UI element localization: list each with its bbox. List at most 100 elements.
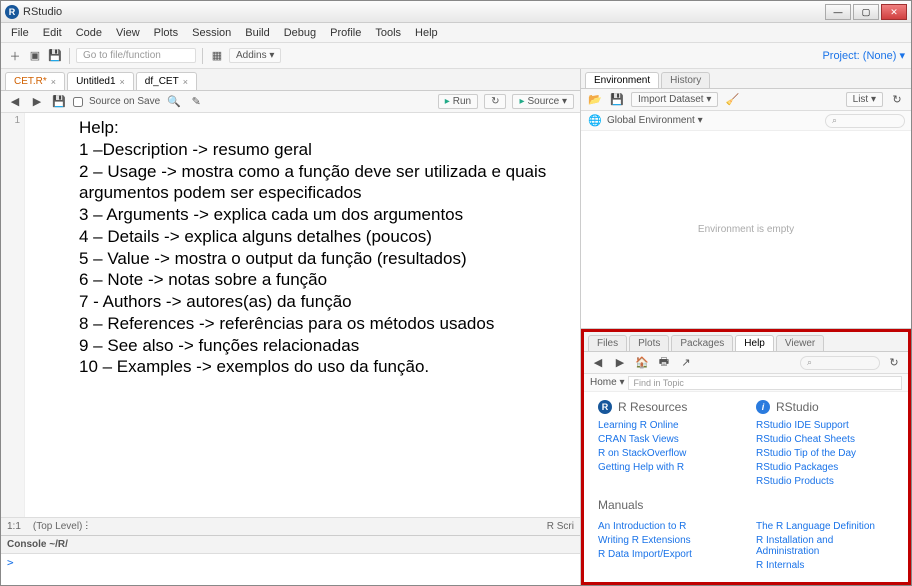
env-scope-bar: 🌐 Global Environment ▾ ⌕	[581, 111, 911, 131]
heading-rstudio: iRStudio	[756, 400, 894, 414]
overlay-line: 4 – Details -> explica alguns detalhes (…	[79, 226, 570, 248]
grid-icon[interactable]: ▦	[209, 48, 225, 64]
close-button[interactable]: ✕	[881, 4, 907, 20]
tab-close-icon[interactable]: ×	[183, 77, 188, 87]
new-file-icon[interactable]: ＋	[7, 48, 23, 64]
clear-icon[interactable]: 🧹	[724, 92, 740, 108]
source-on-save-checkbox[interactable]	[73, 97, 83, 107]
tab-close-icon[interactable]: ×	[120, 77, 125, 87]
tab-cet[interactable]: CET.R*×	[5, 72, 65, 90]
scope-indicator[interactable]: (Top Level) ⵗ	[33, 521, 88, 532]
link-r-internals[interactable]: R Internals	[756, 560, 894, 571]
overlay-line: 9 – See also -> funções relacionadas	[79, 335, 570, 357]
help-body[interactable]: RR Resources Learning R Online CRAN Task…	[584, 392, 908, 582]
tab-packages[interactable]: Packages	[671, 335, 733, 351]
link-language-definition[interactable]: The R Language Definition	[756, 521, 894, 532]
tab-plots[interactable]: Plots	[629, 335, 669, 351]
tab-history[interactable]: History	[661, 72, 710, 88]
link-tip-of-day[interactable]: RStudio Tip of the Day	[756, 448, 894, 459]
list-view-button[interactable]: List ▾	[846, 92, 883, 107]
save-icon[interactable]: 💾	[47, 48, 63, 64]
help-home-crumb[interactable]: Home ▾	[590, 377, 624, 388]
find-in-topic-input[interactable]: Find in Topic	[628, 376, 902, 390]
tab-files[interactable]: Files	[588, 335, 627, 351]
tab-viewer[interactable]: Viewer	[776, 335, 824, 351]
maximize-button[interactable]: ▢	[853, 4, 879, 20]
globe-icon: 🌐	[587, 113, 603, 129]
env-body: Environment is empty	[581, 131, 911, 328]
tab-label: df_CET	[145, 76, 179, 87]
wand-icon[interactable]: ✎	[188, 94, 204, 110]
menu-plots[interactable]: Plots	[148, 25, 184, 41]
link-intro-r[interactable]: An Introduction to R	[598, 521, 736, 532]
link-ide-support[interactable]: RStudio IDE Support	[756, 420, 894, 431]
home-icon[interactable]: 🏠	[634, 355, 650, 371]
popup-icon[interactable]: ↗	[678, 355, 694, 371]
console-body[interactable]: >	[1, 554, 580, 585]
link-writing-extensions[interactable]: Writing R Extensions	[598, 535, 736, 546]
menu-view[interactable]: View	[110, 25, 146, 41]
link-cheat-sheets[interactable]: RStudio Cheat Sheets	[756, 434, 894, 445]
menu-tools[interactable]: Tools	[369, 25, 407, 41]
overlay-line: 1 –Description -> resumo geral	[79, 139, 570, 161]
overlay-line: 5 – Value -> mostra o output da função (…	[79, 248, 570, 270]
link-r-stackoverflow[interactable]: R on StackOverflow	[598, 448, 736, 459]
menu-file[interactable]: File	[5, 25, 35, 41]
env-empty-label: Environment is empty	[698, 224, 794, 235]
refresh-icon[interactable]: ↻	[889, 92, 905, 108]
environment-pane: Environment History 📂 💾 Import Dataset ▾…	[581, 69, 911, 329]
help-annotation-overlay: Help: 1 –Description -> resumo geral 2 –…	[79, 117, 570, 378]
back-icon[interactable]: ◀	[7, 94, 23, 110]
menubar: File Edit Code View Plots Session Build …	[1, 23, 911, 43]
menu-profile[interactable]: Profile	[324, 25, 367, 41]
addins-button[interactable]: Addins ▾	[229, 48, 281, 63]
link-cran-task-views[interactable]: CRAN Task Views	[598, 434, 736, 445]
menu-session[interactable]: Session	[186, 25, 237, 41]
help-search-input[interactable]: ⌕	[800, 356, 880, 370]
rstudio-window: R RStudio — ▢ ✕ File Edit Code View Plot…	[0, 0, 912, 586]
tab-untitled[interactable]: Untitled1×	[67, 72, 134, 90]
link-install-admin[interactable]: R Installation and Administration	[756, 535, 894, 557]
menu-edit[interactable]: Edit	[37, 25, 68, 41]
load-workspace-icon[interactable]: 📂	[587, 92, 603, 108]
link-learning-r[interactable]: Learning R Online	[598, 420, 736, 431]
goto-input[interactable]: Go to file/function	[76, 48, 196, 63]
rerun-button[interactable]: ↻	[484, 94, 506, 109]
left-column: CET.R*× Untitled1× df_CET× ◀ ▶ 💾 Source …	[1, 69, 581, 585]
link-getting-help[interactable]: Getting Help with R	[598, 462, 736, 473]
link-data-import-export[interactable]: R Data Import/Export	[598, 549, 736, 560]
console-header: Console ~/R/	[1, 536, 580, 554]
import-dataset-button[interactable]: Import Dataset ▾	[631, 92, 718, 107]
open-file-icon[interactable]: ▣	[27, 48, 43, 64]
menu-build[interactable]: Build	[239, 25, 275, 41]
link-rstudio-products[interactable]: RStudio Products	[756, 476, 894, 487]
refresh-icon[interactable]: ↻	[886, 355, 902, 371]
env-search-input[interactable]: ⌕	[825, 114, 905, 128]
editor-body[interactable]: 1 Help: 1 –Description -> resumo geral 2…	[1, 113, 580, 517]
env-scope-select[interactable]: Global Environment ▾	[607, 115, 703, 126]
tab-environment[interactable]: Environment	[585, 72, 659, 88]
overlay-line: 6 – Note -> notas sobre a função	[79, 269, 570, 291]
menu-help[interactable]: Help	[409, 25, 444, 41]
tab-close-icon[interactable]: ×	[51, 77, 56, 87]
help-back-icon[interactable]: ◀	[590, 355, 606, 371]
overlay-line: 3 – Arguments -> explica cada um dos arg…	[79, 204, 570, 226]
save-icon[interactable]: 💾	[51, 94, 67, 110]
print-icon[interactable]: 🖶	[656, 355, 672, 371]
source-button[interactable]: ▸Source ▾	[512, 94, 574, 109]
run-button[interactable]: ▸Run	[438, 94, 478, 109]
minimize-button[interactable]: —	[825, 4, 851, 20]
tab-help[interactable]: Help	[735, 335, 774, 351]
link-rstudio-packages[interactable]: RStudio Packages	[756, 462, 894, 473]
forward-icon[interactable]: ▶	[29, 94, 45, 110]
find-icon[interactable]: 🔍	[166, 94, 182, 110]
overlay-line: 8 – References -> referências para os mé…	[79, 313, 570, 335]
help-forward-icon[interactable]: ▶	[612, 355, 628, 371]
project-button[interactable]: Project: (None) ▾	[822, 49, 905, 62]
menu-code[interactable]: Code	[70, 25, 108, 41]
tab-dfcet[interactable]: df_CET ×	[136, 72, 197, 90]
overlay-line: 10 – Examples -> exemplos do uso da funç…	[79, 356, 570, 378]
save-workspace-icon[interactable]: 💾	[609, 92, 625, 108]
menu-debug[interactable]: Debug	[278, 25, 322, 41]
editor-tabs: CET.R*× Untitled1× df_CET ×	[1, 69, 580, 91]
